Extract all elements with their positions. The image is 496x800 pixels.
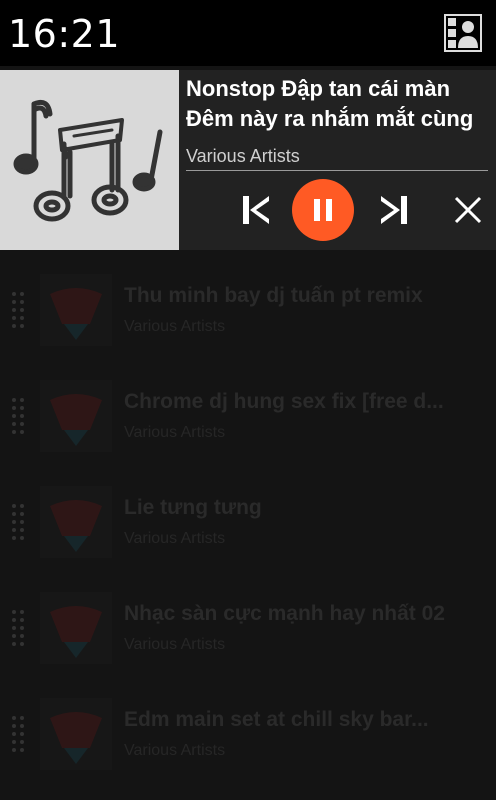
- drag-handle-icon[interactable]: [10, 714, 28, 754]
- list-item[interactable]: Chrome dj hung sex fix [free d... Variou…: [0, 356, 496, 462]
- list-item[interactable]: Edm main set at chill sky bar... Various…: [0, 674, 496, 780]
- close-icon: [454, 196, 482, 224]
- track-artist: Various Artists: [124, 742, 226, 759]
- person-card-icon: [444, 14, 482, 52]
- track-thumbnail: [40, 380, 112, 452]
- track-thumbnail: [40, 592, 112, 664]
- status-bar: 16:21: [0, 0, 496, 66]
- track-artist: Various Artists: [124, 636, 226, 653]
- track-title: Chrome dj hung sex fix [free d...: [124, 390, 444, 413]
- track-title: Lie tưng tưng: [124, 496, 262, 519]
- drag-handle-icon[interactable]: [10, 608, 28, 648]
- list-item[interactable]: Thu minh bay dj tuấn pt remix Various Ar…: [0, 250, 496, 356]
- skip-previous-icon: [243, 196, 269, 224]
- track-title: Nhạc sàn cực mạnh hay nhất 02: [124, 602, 445, 625]
- track-thumbnail: [40, 274, 112, 346]
- track-title-line1: Nonstop Đập tan cái màn: [186, 76, 451, 101]
- track-artist: Various Artists: [124, 424, 226, 441]
- previous-button[interactable]: [236, 188, 276, 232]
- status-time: 16:21: [8, 12, 121, 56]
- list-item[interactable]: Lie tưng tưng Various Artists: [0, 462, 496, 568]
- list-item[interactable]: Nhạc sàn cực mạnh hay nhất 02 Various Ar…: [0, 568, 496, 674]
- close-button[interactable]: [448, 188, 488, 232]
- pause-button[interactable]: [292, 179, 354, 241]
- track-title: Edm main set at chill sky bar...: [124, 708, 429, 731]
- track-artist: Various Artists: [186, 146, 300, 166]
- track-thumbnail: [40, 698, 112, 770]
- track-title: Thu minh bay dj tuấn pt remix: [124, 284, 423, 307]
- next-button[interactable]: [374, 188, 414, 232]
- now-playing-notification[interactable]: Nonstop Đập tan cái màn Đêm này ra nhắm …: [0, 70, 496, 250]
- track-thumbnail: [40, 486, 112, 558]
- skip-next-icon: [381, 196, 407, 224]
- music-notes-icon: [13, 99, 163, 222]
- track-artist: Various Artists: [124, 530, 226, 547]
- track-title-line2: Đêm này ra nhắm mắt cùng: [186, 106, 474, 131]
- pause-icon: [314, 199, 332, 221]
- drag-handle-icon[interactable]: [10, 290, 28, 330]
- divider: [186, 170, 488, 171]
- album-art: [0, 70, 179, 250]
- drag-handle-icon[interactable]: [10, 396, 28, 436]
- track-artist: Various Artists: [124, 318, 226, 335]
- drag-handle-icon[interactable]: [10, 502, 28, 542]
- playlist: Thu minh bay dj tuấn pt remix Various Ar…: [0, 250, 496, 800]
